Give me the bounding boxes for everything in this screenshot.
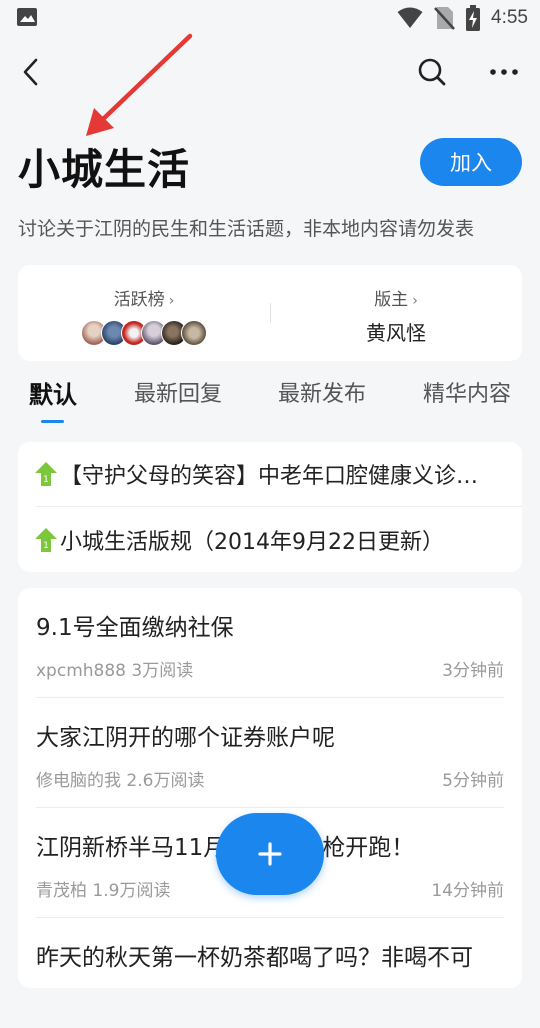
moderator-section[interactable]: 版主 › 黄风怪 xyxy=(270,265,522,361)
post-meta: 修电脑的我 2.6万阅读 xyxy=(36,771,205,791)
pinned-up-arrow-icon: 1 xyxy=(35,528,57,552)
tab-latest-post[interactable]: 最新发布 xyxy=(278,376,366,408)
post-title: 9.1号全面缴纳社保 xyxy=(36,615,234,641)
pinned-post-title: 【守护父母的笑容】中老年口腔健康义诊活动 xyxy=(60,464,490,489)
tab-latest-reply[interactable]: 最新回复 xyxy=(134,376,222,408)
post-time: 14分钟前 xyxy=(431,881,504,901)
active-user-avatars xyxy=(18,320,270,346)
list-item[interactable]: 大家江阴开的哪个证券账户呢 修电脑的我 2.6万阅读 5分钟前 xyxy=(36,698,504,808)
post-meta: 青茂柏 1.9万阅读 xyxy=(36,881,171,901)
post-title-start: 江阴新桥半马11月 xyxy=(36,835,227,861)
active-ranking[interactable]: 活跃榜 › xyxy=(18,265,270,361)
moderator-label: 版主 xyxy=(374,290,409,310)
post-time: 5分钟前 xyxy=(442,771,504,791)
tab-featured[interactable]: 精华内容 xyxy=(423,376,511,408)
divider xyxy=(36,506,522,507)
new-post-button[interactable] xyxy=(216,813,324,895)
post-title: 昨天的秋天第一杯奶茶都喝了吗？非喝不可 xyxy=(36,945,473,971)
post-time: 3分钟前 xyxy=(442,661,504,681)
forum-info-card: 活跃榜 › 版主 › 黄风怪 xyxy=(18,265,522,361)
plus-icon xyxy=(258,842,282,866)
active-tab-indicator xyxy=(41,420,64,423)
post-title: 大家江阴开的哪个证券账户呢 xyxy=(36,725,335,751)
list-item[interactable]: 昨天的秋天第一杯奶茶都喝了吗？非喝不可 xyxy=(36,918,504,1028)
pinned-post-title: 小城生活版规（2014年9月22日更新） xyxy=(60,530,444,555)
pinned-post[interactable]: 1 小城生活版规（2014年9月22日更新） xyxy=(18,508,522,572)
post-feed: 9.1号全面缴纳社保 xpcmh888 3万阅读 3分钟前 大家江阴开的哪个证券… xyxy=(18,588,522,988)
moderator-name[interactable]: 黄风怪 xyxy=(270,317,522,346)
pinned-post[interactable]: 1 【守护父母的笑容】中老年口腔健康义诊活动 xyxy=(18,442,522,506)
sort-tabs: 默认 最新回复 最新发布 精华内容 xyxy=(0,366,540,426)
chevron-right-icon: › xyxy=(412,293,418,309)
pinned-up-arrow-icon: 1 xyxy=(35,462,57,486)
tab-default[interactable]: 默认 xyxy=(29,375,77,410)
svg-text:1: 1 xyxy=(43,541,49,551)
forum-description: 讨论关于江阴的民生和生活话题，非本地内容请勿发表 xyxy=(18,218,475,240)
active-ranking-label: 活跃榜 xyxy=(113,290,165,310)
pinned-posts-card: 1 【守护父母的笑容】中老年口腔健康义诊活动 1 小城生活版规（2014年9月2… xyxy=(18,442,522,572)
chevron-right-icon: › xyxy=(168,293,175,309)
list-item[interactable]: 9.1号全面缴纳社保 xpcmh888 3万阅读 3分钟前 xyxy=(36,588,504,698)
annotation-arrow-icon xyxy=(86,33,193,136)
svg-text:1: 1 xyxy=(43,475,49,485)
post-title-end: 枪开跑！ xyxy=(322,835,415,861)
post-meta: xpcmh888 3万阅读 xyxy=(36,661,194,681)
avatar xyxy=(181,320,207,346)
